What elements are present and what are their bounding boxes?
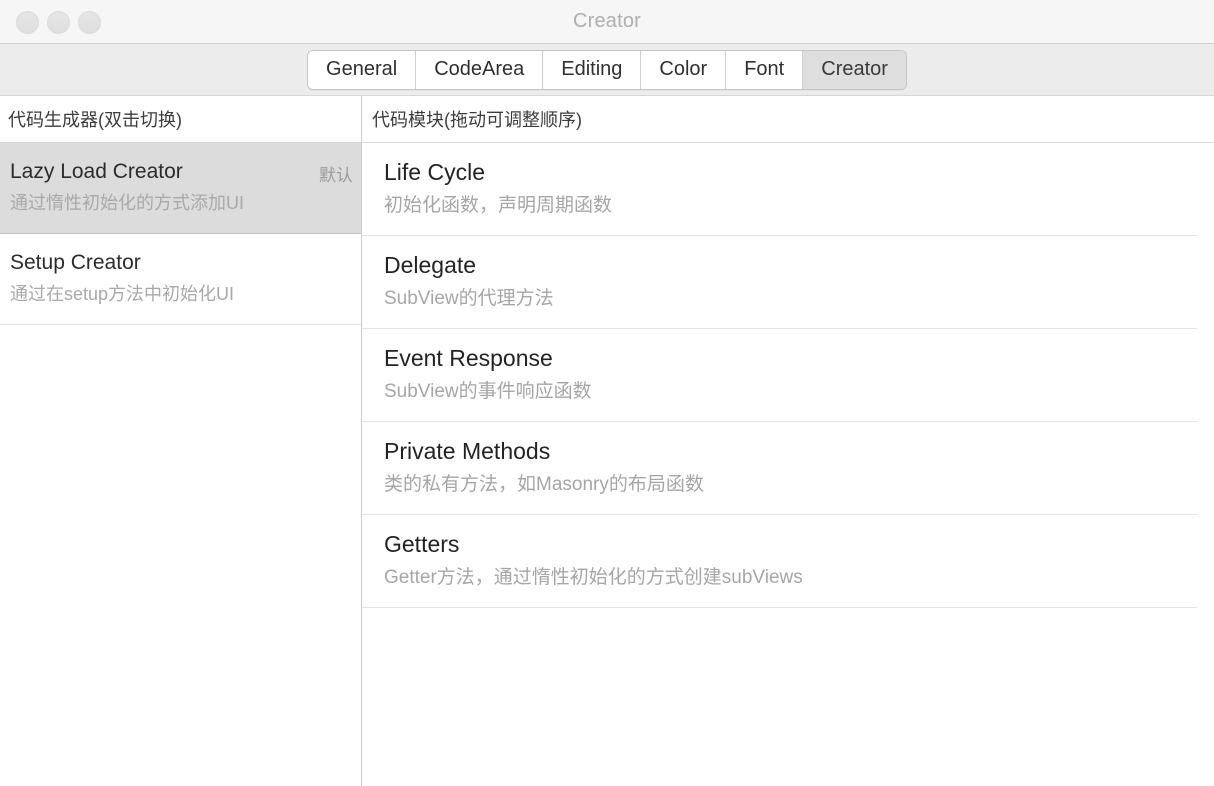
module-item-title: Delegate: [384, 252, 477, 278]
code-generator-list: Lazy Load Creator 默认 通过惰性初始化的方式添加UI Setu…: [0, 143, 361, 786]
tab-font[interactable]: Font: [726, 50, 804, 89]
module-item-title: Private Methods: [384, 438, 551, 464]
code-generator-header: 代码生成器(双击切换): [0, 96, 361, 143]
creator-item-title: Setup Creator: [10, 251, 141, 274]
module-item-subtitle: SubView的代理方法: [384, 288, 554, 309]
creator-item-title: Lazy Load Creator: [10, 160, 183, 183]
zoom-button[interactable]: [78, 10, 101, 34]
tab-general[interactable]: General: [308, 50, 417, 89]
module-item-private-methods[interactable]: Private Methods 类的私有方法，如Masonry的布局函数: [362, 422, 1197, 515]
tab-editing[interactable]: Editing: [543, 50, 642, 89]
module-item-getters[interactable]: Getters Getter方法，通过惰性初始化的方式创建subViews: [362, 515, 1197, 608]
tab-color[interactable]: Color: [641, 50, 727, 89]
window-titlebar: Creator: [0, 0, 1214, 44]
creator-item-subtitle: 通过在setup方法中初始化UI: [10, 284, 235, 304]
default-badge: 默认: [319, 166, 353, 185]
traffic-light-group: [16, 0, 101, 44]
module-item-subtitle: 类的私有方法，如Masonry的布局函数: [384, 474, 704, 495]
module-item-delegate[interactable]: Delegate SubView的代理方法: [362, 236, 1197, 329]
code-module-list: Life Cycle 初始化函数，声明周期函数 Delegate SubView…: [362, 143, 1214, 786]
code-generator-pane: 代码生成器(双击切换) Lazy Load Creator 默认 通过惰性初始化…: [0, 96, 362, 786]
module-item-subtitle: Getter方法，通过惰性初始化的方式创建subViews: [384, 567, 803, 588]
close-button[interactable]: [16, 10, 39, 34]
code-module-pane: 代码模块(拖动可调整顺序) Life Cycle 初始化函数，声明周期函数 De…: [362, 96, 1214, 786]
creator-item-lazy-load[interactable]: Lazy Load Creator 默认 通过惰性初始化的方式添加UI: [0, 143, 361, 234]
preferences-toolbar: General CodeArea Editing Color Font Crea…: [0, 44, 1214, 96]
preferences-window: Creator General CodeArea Editing Color F…: [0, 0, 1214, 786]
module-item-event-response[interactable]: Event Response SubView的事件响应函数: [362, 329, 1197, 422]
module-item-life-cycle[interactable]: Life Cycle 初始化函数，声明周期函数: [362, 143, 1197, 236]
module-item-title: Event Response: [384, 345, 553, 371]
tab-codearea[interactable]: CodeArea: [416, 50, 544, 89]
module-item-title: Life Cycle: [384, 159, 485, 185]
module-item-subtitle: SubView的事件响应函数: [384, 381, 592, 402]
creator-item-subtitle: 通过惰性初始化的方式添加UI: [10, 193, 244, 213]
creator-panel: 代码生成器(双击切换) Lazy Load Creator 默认 通过惰性初始化…: [0, 96, 1214, 786]
tab-creator[interactable]: Creator: [803, 50, 906, 89]
window-title: Creator: [572, 10, 642, 32]
minimize-button[interactable]: [47, 10, 70, 34]
module-item-title: Getters: [384, 531, 460, 557]
code-module-header: 代码模块(拖动可调整顺序): [362, 96, 1214, 143]
module-item-subtitle: 初始化函数，声明周期函数: [384, 195, 613, 216]
creator-item-setup[interactable]: Setup Creator 通过在setup方法中初始化UI: [0, 234, 361, 325]
tab-group: General CodeArea Editing Color Font Crea…: [307, 49, 907, 90]
